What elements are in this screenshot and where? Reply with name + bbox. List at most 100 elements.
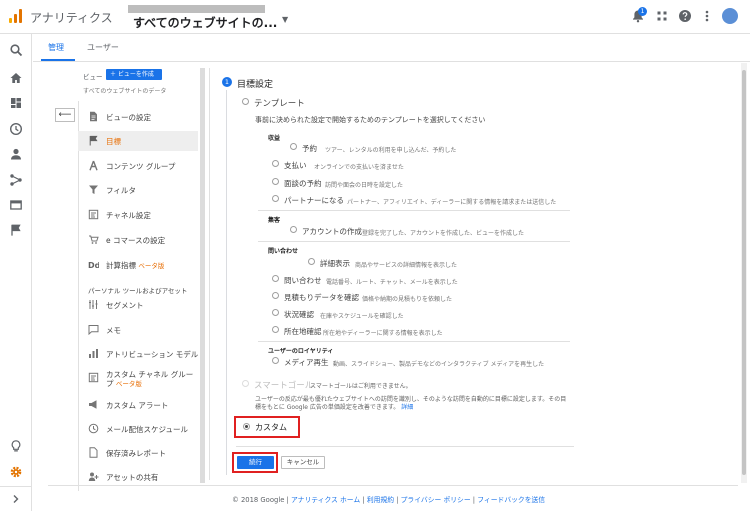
account-name-redacted[interactable]: [128, 5, 265, 13]
account-avatar[interactable]: [722, 8, 738, 24]
view-nav-custom-channel-grouping[interactable]: カスタム チャネル グループ ベータ版: [78, 368, 198, 394]
svg-text:Dd: Dd: [88, 261, 99, 270]
cancel-button[interactable]: キャンセル: [281, 456, 325, 469]
continue-button[interactable]: 続行: [237, 456, 274, 469]
footer-link-privacy[interactable]: プライバシー ポリシー: [401, 496, 471, 504]
footer-link-feedback[interactable]: フィードバックを送信: [477, 496, 545, 504]
view-column-scrollbar[interactable]: [200, 68, 205, 483]
template-option-radio[interactable]: [308, 258, 315, 265]
view-nav-label: メモ: [106, 326, 121, 335]
footer-link-home[interactable]: アナリティクス ホーム: [291, 496, 360, 504]
view-nav-scheduled-emails[interactable]: メール配信スケジュール: [78, 419, 198, 439]
view-nav-view-settings[interactable]: ビューの設定: [78, 107, 198, 127]
clock-icon[interactable]: [9, 122, 23, 136]
calc-icon: Dd: [88, 261, 99, 270]
view-nav-label: セグメント: [106, 301, 144, 310]
view-nav-filters[interactable]: フィルタ: [78, 180, 198, 200]
view-name[interactable]: すべてのウェブサイトのデータ: [83, 86, 166, 95]
view-nav-label: 計算指標 ベータ版: [106, 261, 165, 270]
template-option-radio[interactable]: [272, 326, 279, 333]
person-walk-icon: [89, 160, 98, 171]
flag-icon: [89, 135, 98, 146]
view-nav-channel-settings[interactable]: チャネル設定: [78, 205, 198, 225]
template-option-label[interactable]: 状況確認: [284, 309, 314, 320]
template-option-desc: 所在地やディーラーに関する情報を表示した: [323, 330, 443, 337]
template-option-radio[interactable]: [272, 195, 279, 202]
template-option-label[interactable]: メディア再生: [284, 357, 328, 368]
create-view-button[interactable]: ＋ ビューを作成: [106, 69, 162, 80]
template-option-label[interactable]: パートナーになる: [284, 195, 344, 206]
template-option-label[interactable]: 予約: [302, 143, 317, 154]
view-nav-label: アセットの共有: [106, 473, 159, 482]
home-icon[interactable]: [9, 71, 23, 85]
property-selector[interactable]: すべてのウェブサイトの...: [133, 14, 277, 31]
chevron-down-icon[interactable]: ▼: [282, 15, 288, 24]
apps-grid-icon[interactable]: [655, 9, 669, 23]
template-option-desc: オンラインでの支払いを済ませた: [314, 164, 404, 171]
template-option-label[interactable]: アカウントの作成: [302, 226, 362, 237]
footer-link-terms[interactable]: 利用規約: [367, 496, 394, 504]
custom-label[interactable]: カスタム: [255, 422, 287, 433]
gear-icon[interactable]: [9, 465, 23, 479]
template-option-radio[interactable]: [290, 143, 297, 150]
view-nav-custom-alerts[interactable]: カスタム アラート: [78, 395, 198, 415]
template-radio[interactable]: [242, 98, 249, 105]
view-nav-annotations[interactable]: メモ: [78, 320, 198, 340]
flag-icon[interactable]: [9, 223, 23, 237]
view-nav-calculated-metrics[interactable]: Dd 計算指標 ベータ版: [78, 255, 198, 275]
view-nav-content-grouping[interactable]: コンテンツ グループ: [78, 156, 198, 176]
category-revenue: 収益: [268, 135, 281, 142]
main-scrollbar-thumb[interactable]: [742, 70, 746, 475]
view-nav-segments[interactable]: セグメント: [78, 295, 198, 315]
learn-more-link[interactable]: 詳細: [401, 404, 413, 411]
template-option-label[interactable]: 所在地確認: [284, 326, 322, 337]
view-nav-label: チャネル設定: [106, 211, 151, 220]
view-nav-attribution-models[interactable]: アトリビューション モデル: [78, 344, 198, 364]
template-option-label[interactable]: 問い合わせ: [284, 275, 322, 286]
view-nav-saved-reports[interactable]: 保存済みレポート: [78, 443, 198, 463]
template-option-radio[interactable]: [272, 309, 279, 316]
lightbulb-icon[interactable]: [9, 439, 23, 453]
template-option-label[interactable]: 見積もりデータを確認: [284, 292, 359, 303]
more-vert-icon[interactable]: [700, 9, 714, 23]
category-loyalty: ユーザーのロイヤリティ: [268, 348, 334, 355]
template-description: 事前に決められた設定で開始するためのテンプレートを選択してください: [255, 116, 486, 124]
person-icon[interactable]: [9, 147, 23, 161]
view-nav-goals[interactable]: 目標: [78, 131, 198, 151]
footer-divider: [48, 485, 738, 486]
acquisition-icon[interactable]: [9, 173, 23, 187]
step-divider: [236, 446, 574, 447]
template-option-radio[interactable]: [272, 292, 279, 299]
dashboard-icon[interactable]: [9, 96, 23, 110]
template-option-label[interactable]: 詳細表示: [320, 258, 350, 269]
template-option-radio[interactable]: [272, 357, 279, 364]
template-option-radio[interactable]: [272, 178, 279, 185]
template-option-label[interactable]: 支払い: [284, 160, 307, 171]
tab-admin[interactable]: 管理: [48, 42, 64, 53]
help-icon[interactable]: [678, 9, 692, 23]
step-number-badge: 1: [222, 77, 232, 87]
template-option-radio[interactable]: [290, 226, 297, 233]
back-arrow-button[interactable]: ⟵: [55, 108, 75, 122]
smart-goal-radio[interactable]: [242, 380, 249, 387]
behavior-icon[interactable]: [9, 198, 23, 212]
left-rail: [0, 34, 32, 511]
tab-user[interactable]: ユーザー: [87, 42, 119, 53]
template-label[interactable]: テンプレート: [254, 97, 305, 109]
view-nav-share-assets[interactable]: アセットの共有: [78, 467, 198, 487]
search-icon[interactable]: [9, 43, 23, 57]
template-option-label[interactable]: 面談の予約: [284, 178, 322, 189]
analytics-logo-icon[interactable]: [9, 9, 23, 23]
view-nav-label: 保存済みレポート: [106, 449, 166, 458]
view-nav-ecommerce[interactable]: e コマースの設定: [78, 230, 198, 250]
chart-icon: [89, 349, 98, 358]
template-option-radio[interactable]: [272, 160, 279, 167]
personal-tools-section-label: パーソナル ツールおよびアセット: [88, 287, 188, 295]
document-icon: [90, 111, 97, 122]
document-icon: [89, 447, 98, 458]
template-option-desc: 在庫やスケジュールを確認した: [320, 313, 404, 320]
template-option-radio[interactable]: [272, 275, 279, 282]
chevron-right-icon[interactable]: [9, 492, 23, 506]
custom-radio[interactable]: [243, 423, 250, 430]
tab-active-indicator: [41, 59, 75, 61]
